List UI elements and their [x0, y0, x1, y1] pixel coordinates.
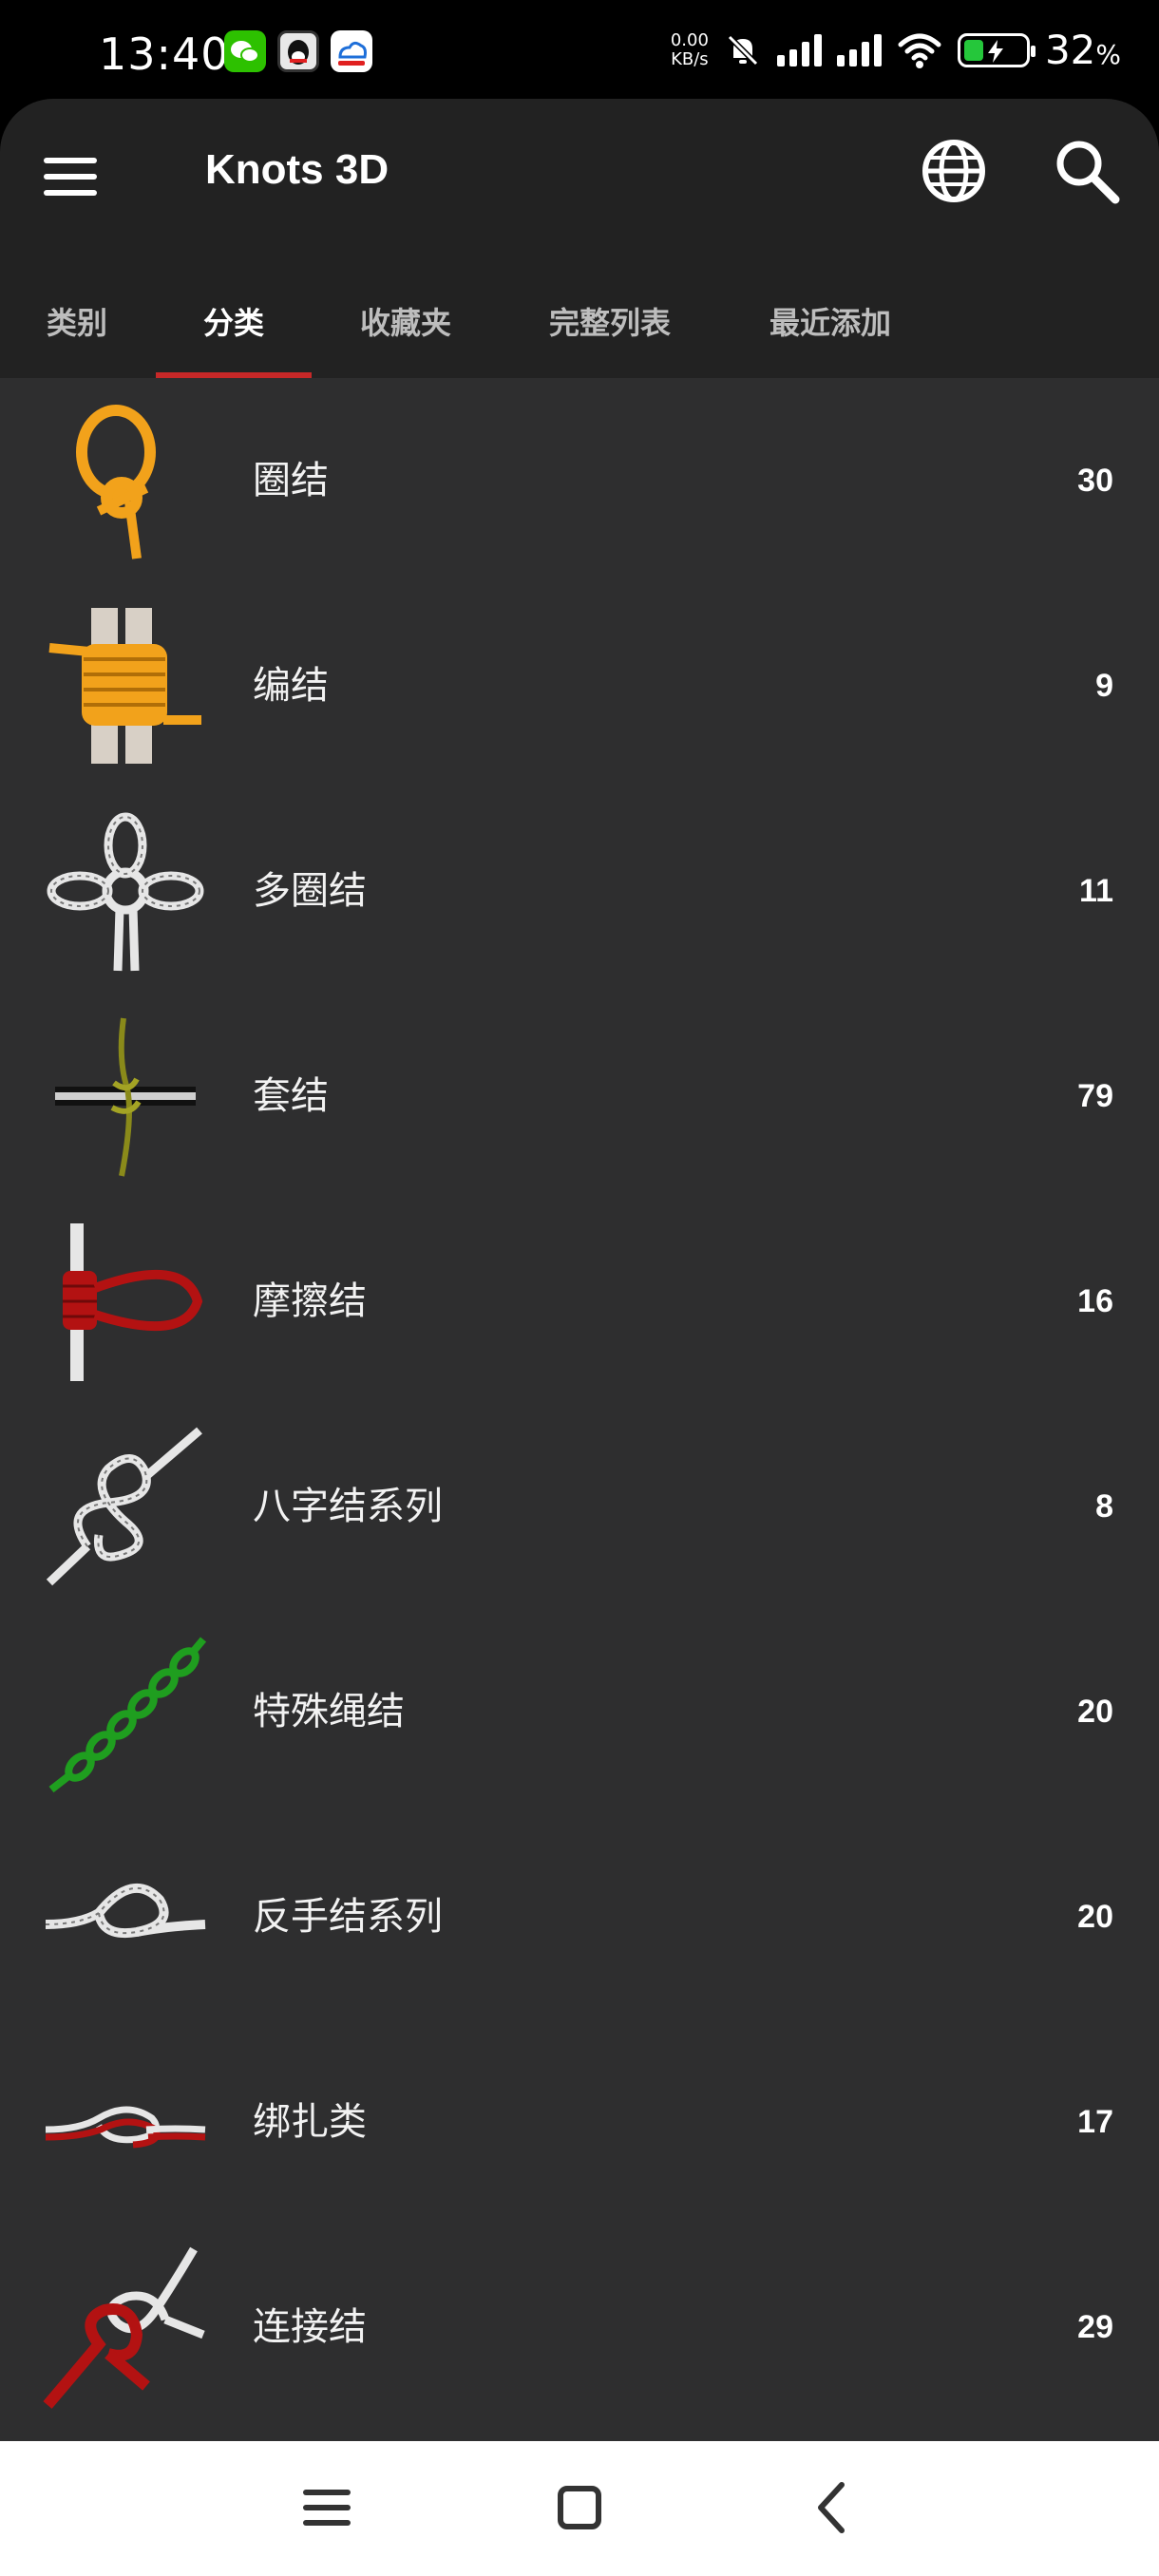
list-item[interactable]: 多圈结 11 [0, 788, 1159, 994]
mute-icon [727, 34, 759, 66]
list-item[interactable]: 反手结系列 20 [0, 1814, 1159, 2019]
category-count: 79 [1077, 1078, 1113, 1114]
bend-knot-icon [43, 2246, 205, 2409]
signal-icon [776, 33, 822, 66]
friction-knot-icon [63, 1223, 203, 1381]
battery-charging-icon [957, 32, 1036, 67]
list-item[interactable]: 套结 79 [0, 994, 1159, 1199]
hitch-knot-icon [55, 1017, 196, 1177]
figure-eight-knot-icon [46, 1427, 202, 1586]
app-bar: Knots 3D 类别 分类 收藏夹 完整列表 最近添加 [0, 99, 1159, 378]
category-count: 20 [1077, 1694, 1113, 1730]
list-item[interactable]: 圈结 30 [0, 378, 1159, 583]
tab-recently-added[interactable]: 最近添加 [760, 275, 901, 378]
list-item[interactable]: 摩擦结 16 [0, 1199, 1159, 1404]
category-count: 20 [1077, 1899, 1113, 1935]
system-nav-bar [0, 2441, 1159, 2576]
back-chevron-icon[interactable] [794, 2470, 870, 2546]
overhand-knot-icon [45, 1883, 206, 1938]
notification-icons [224, 30, 372, 72]
loop-knot-icon [76, 405, 156, 559]
category-label: 特殊绳结 [253, 1690, 405, 1733]
status-bar: 13:40 0.00 KB/s 32% [0, 0, 1159, 103]
tab-full-list[interactable]: 完整列表 [540, 275, 680, 378]
category-count: 9 [1095, 668, 1113, 704]
category-count: 8 [1095, 1488, 1113, 1525]
tab-types[interactable]: 类别 [44, 275, 110, 378]
category-count: 16 [1077, 1283, 1113, 1319]
lashing-knot-icon [45, 2106, 206, 2149]
tab-classification[interactable]: 分类 [156, 275, 312, 378]
list-item[interactable]: 连接结 29 [0, 2225, 1159, 2430]
app-title: Knots 3D [205, 146, 390, 193]
menu-icon[interactable] [44, 142, 112, 211]
wifi-icon [898, 33, 941, 68]
category-label: 摩擦结 [253, 1279, 367, 1323]
category-list: 圈结 30 编结 9 多圈结 11 套结 79 摩擦结 16 八字结系列 8 特… [0, 378, 1159, 2441]
battery-percent: 32% [1044, 27, 1121, 73]
multi-loop-knot-icon [47, 812, 204, 972]
category-label: 反手结系列 [253, 1895, 443, 1939]
list-item[interactable]: 编结 9 [0, 583, 1159, 788]
tab-favorites[interactable]: 收藏夹 [352, 275, 460, 378]
cloud-app-icon [331, 30, 372, 72]
signal-icon [836, 33, 882, 66]
search-icon[interactable] [1049, 133, 1125, 209]
status-time: 13:40 [99, 28, 230, 80]
net-speed: 0.00 KB/s [670, 29, 709, 69]
home-square-icon[interactable] [542, 2470, 618, 2546]
category-label: 连接结 [253, 2305, 367, 2349]
net-speed-unit: KB/s [671, 48, 709, 69]
wechat-icon [224, 30, 266, 72]
recents-menu-icon[interactable] [289, 2470, 365, 2546]
globe-icon[interactable] [916, 133, 992, 209]
status-right: 0.00 KB/s 32% [671, 27, 1121, 73]
category-label: 绑扎类 [253, 2100, 367, 2144]
category-count: 30 [1077, 463, 1113, 499]
category-label: 套结 [253, 1074, 329, 1118]
category-count: 17 [1077, 2104, 1113, 2140]
category-label: 编结 [253, 664, 329, 708]
list-item[interactable]: 绑扎类 17 [0, 2019, 1159, 2225]
special-knot-icon [48, 1637, 207, 1793]
list-item[interactable]: 八字结系列 8 [0, 1404, 1159, 1609]
net-speed-value: 0.00 [670, 29, 709, 50]
category-count: 11 [1079, 873, 1113, 909]
category-label: 多圈结 [253, 869, 367, 913]
list-item[interactable]: 特殊绳结 20 [0, 1609, 1159, 1814]
binding-knot-icon [48, 608, 201, 764]
qq-icon [277, 30, 319, 72]
category-count: 29 [1077, 2309, 1113, 2345]
tab-bar: 类别 分类 收藏夹 完整列表 最近添加 [0, 275, 1159, 378]
category-label: 圈结 [253, 459, 329, 502]
category-label: 八字结系列 [253, 1485, 443, 1528]
